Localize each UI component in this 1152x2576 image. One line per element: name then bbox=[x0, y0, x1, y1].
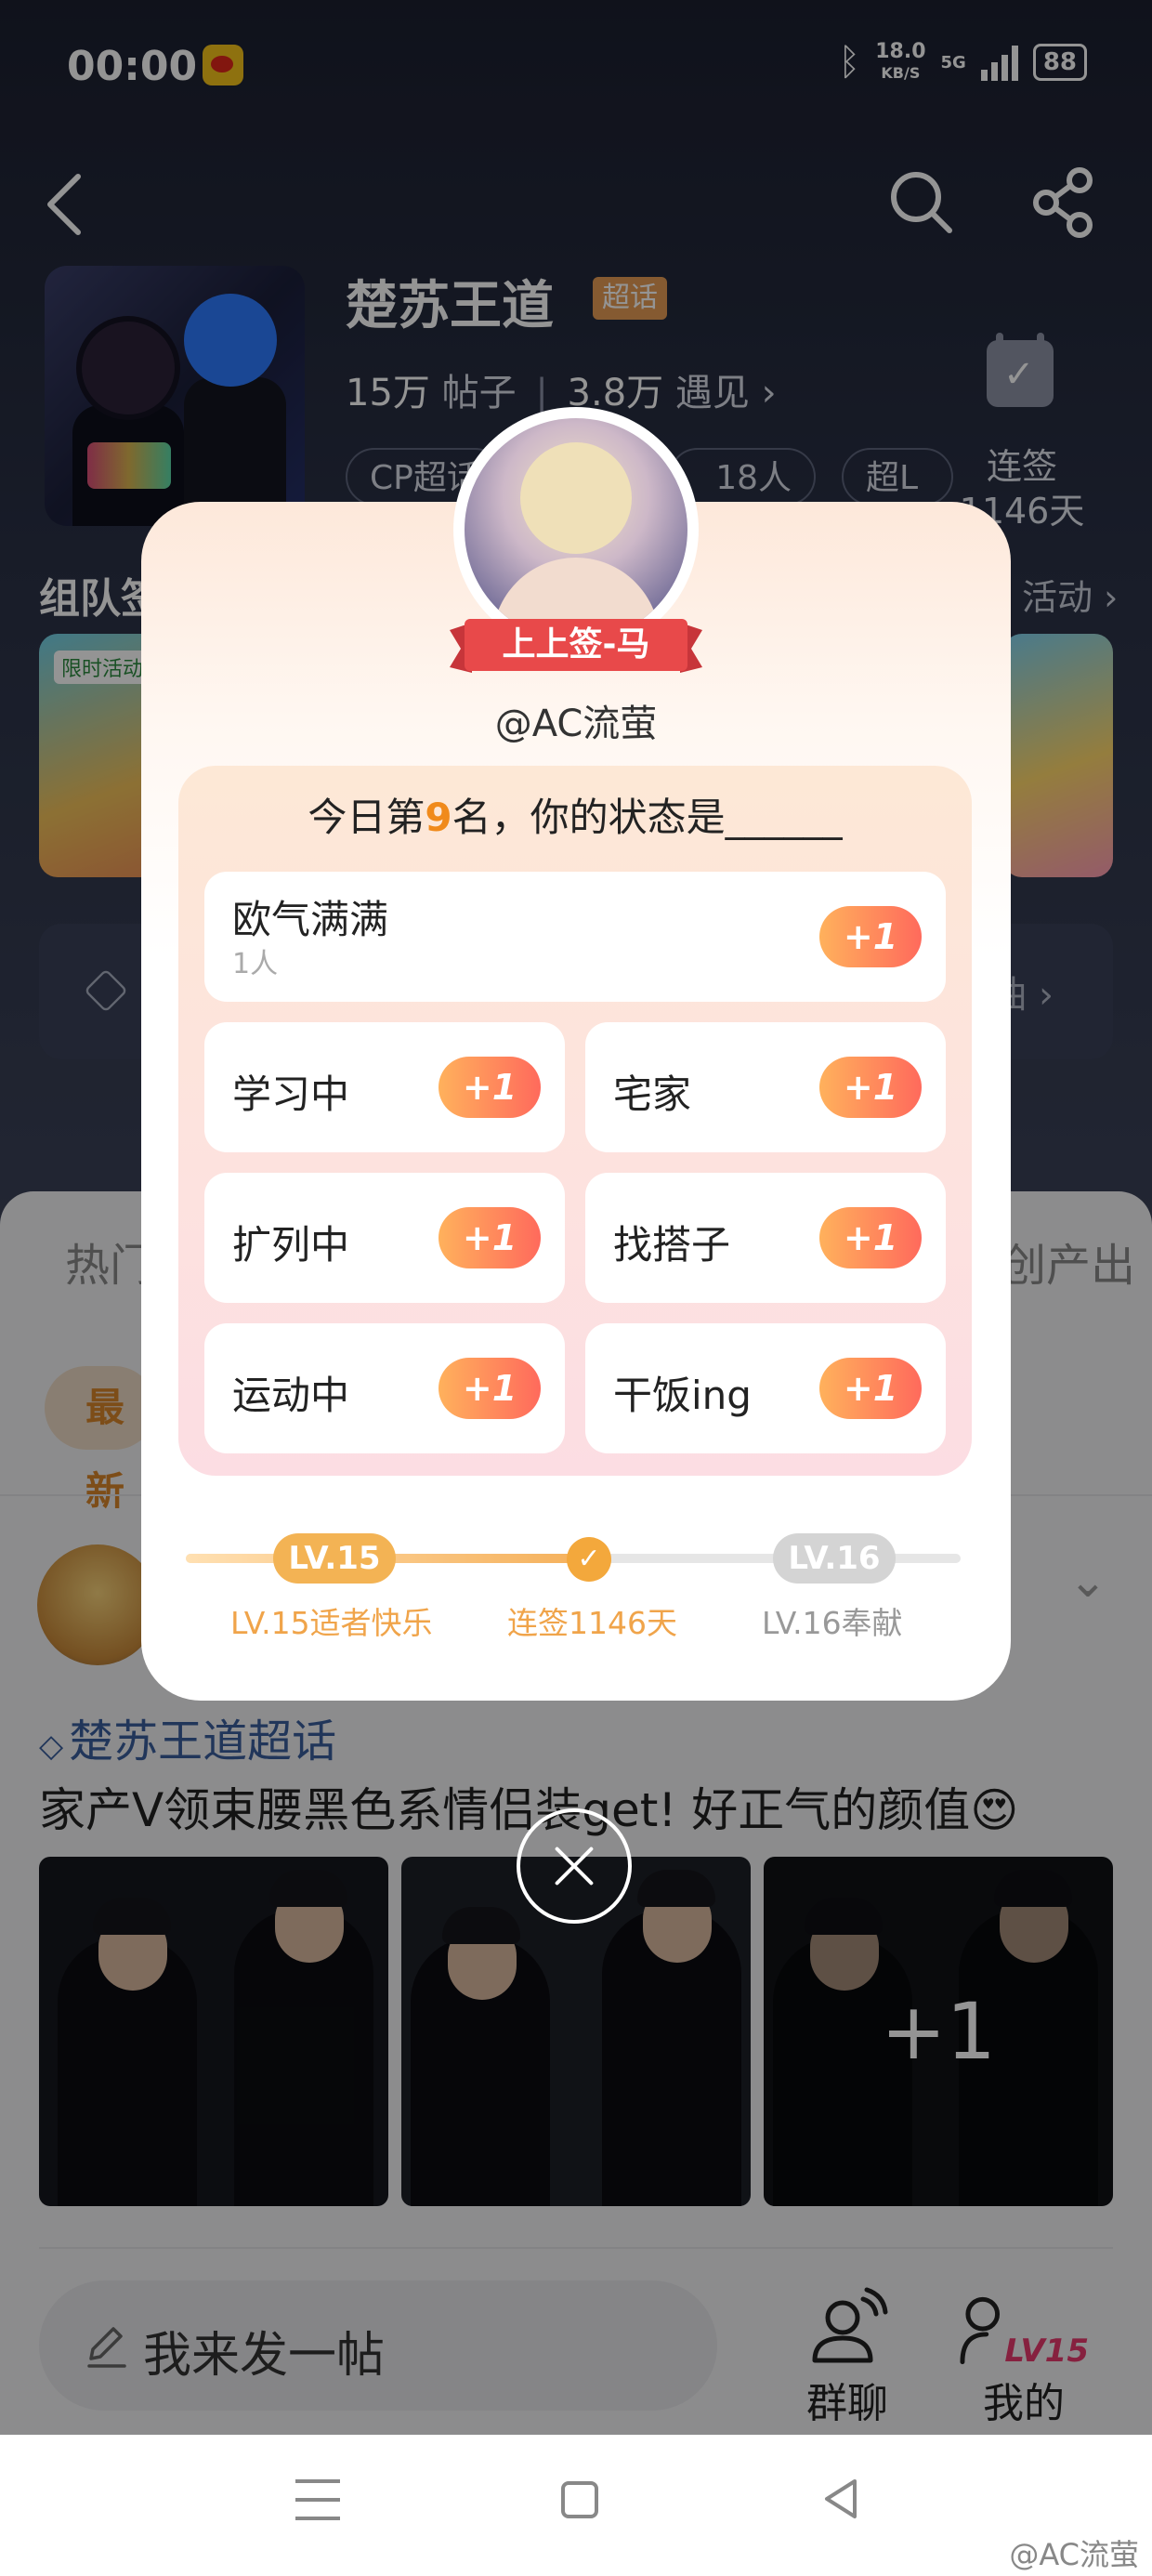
status-option-exercise[interactable]: 运动中 +1 bbox=[204, 1323, 565, 1453]
home-icon[interactable] bbox=[561, 2481, 598, 2518]
option-label: 运动中 bbox=[232, 1373, 350, 1418]
option-label: 宅家 bbox=[613, 1071, 692, 1117]
menu-icon[interactable] bbox=[295, 2479, 340, 2520]
user-avatar bbox=[465, 418, 687, 641]
question-suffix: 名，你的状态是______ bbox=[452, 795, 843, 840]
option-label: 找搭子 bbox=[613, 1222, 731, 1268]
check-icon: ✓ bbox=[567, 1537, 611, 1582]
plus-one-button[interactable]: +1 bbox=[819, 1207, 922, 1268]
option-label: 扩列中 bbox=[232, 1222, 350, 1268]
status-option-partner[interactable]: 找搭子 +1 bbox=[585, 1173, 946, 1303]
plus-one-button[interactable]: +1 bbox=[819, 1358, 922, 1419]
status-option-expanding[interactable]: 扩列中 +1 bbox=[204, 1173, 565, 1303]
option-label: 干饭ing bbox=[613, 1373, 752, 1418]
rank-number: 9 bbox=[425, 795, 452, 840]
next-level-caption: LV.16奉献 bbox=[762, 1605, 903, 1641]
status-option-home[interactable]: 宅家 +1 bbox=[585, 1022, 946, 1152]
plus-one-button[interactable]: +1 bbox=[439, 1207, 541, 1268]
question-prefix: 今日第 bbox=[308, 795, 425, 840]
watermark: @AC流萤 bbox=[1009, 2537, 1139, 2572]
plus-one-button[interactable]: +1 bbox=[439, 1358, 541, 1419]
status-option-eating[interactable]: 干饭ing +1 bbox=[585, 1323, 946, 1453]
option-count: 1人 bbox=[232, 948, 279, 980]
status-option-studying[interactable]: 学习中 +1 bbox=[204, 1022, 565, 1152]
streak-caption: 连签1146天 bbox=[507, 1605, 677, 1641]
current-level-caption: LV.15适者快乐 bbox=[230, 1605, 433, 1641]
next-level-badge: LV.16 bbox=[773, 1533, 896, 1584]
plus-one-button[interactable]: +1 bbox=[819, 1057, 922, 1118]
fortune-ribbon-text: 上上签-马 bbox=[502, 625, 650, 664]
status-question: 今日第9名，你的状态是______ bbox=[178, 786, 972, 843]
option-label: 学习中 bbox=[232, 1071, 350, 1117]
current-level-badge: LV.15 bbox=[273, 1533, 396, 1584]
close-modal-button[interactable] bbox=[517, 1808, 632, 1924]
system-navigation-bar bbox=[0, 2435, 1152, 2576]
status-option-lucky[interactable]: 欧气满满 1人 +1 bbox=[204, 872, 946, 1002]
option-label: 欧气满满 bbox=[232, 897, 389, 942]
plus-one-button[interactable]: +1 bbox=[819, 906, 922, 967]
back-triangle-icon[interactable] bbox=[818, 2476, 864, 2522]
user-handle: @AC流萤 bbox=[494, 703, 658, 745]
plus-one-button[interactable]: +1 bbox=[439, 1057, 541, 1118]
